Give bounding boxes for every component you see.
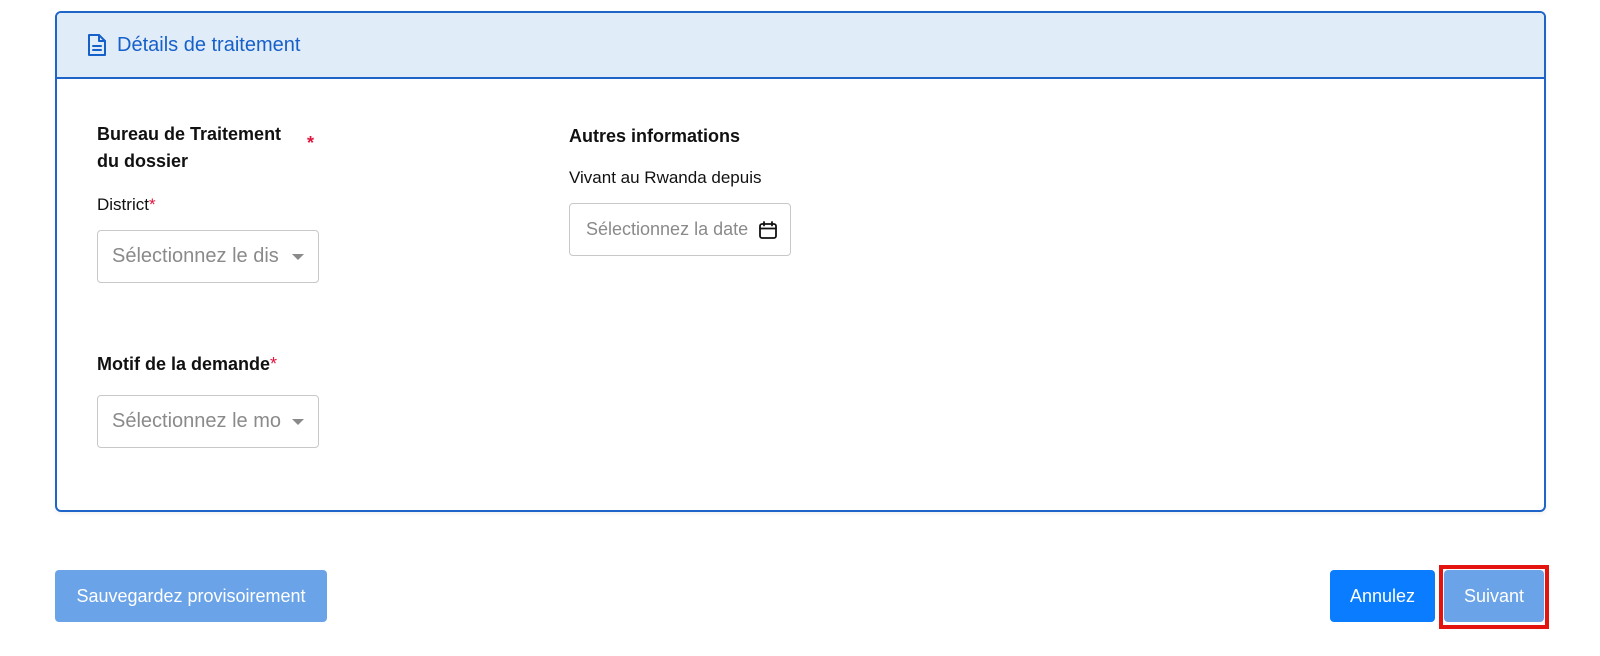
treatment-details-card: Détails de traitement Bureau de Traiteme…	[55, 11, 1546, 512]
chevron-down-icon	[292, 418, 304, 425]
calendar-icon[interactable]	[758, 220, 778, 240]
date-picker-placeholder: Sélectionnez la date	[586, 219, 749, 239]
save-draft-button[interactable]: Sauvegardez provisoirement	[55, 570, 327, 622]
motif-select-placeholder: Sélectionnez le mo	[112, 410, 281, 432]
district-required-mark: *	[148, 195, 156, 214]
cancel-button[interactable]: Annulez	[1330, 570, 1435, 622]
district-select-placeholder: Sélectionnez le dis	[112, 245, 279, 267]
bureau-label: Bureau de Traitement du dossier	[97, 124, 282, 171]
motif-label-text: Motif de la demande	[97, 354, 271, 374]
bureau-required-mark: *	[307, 133, 315, 153]
district-select[interactable]: Sélectionnez le dis	[97, 230, 319, 283]
next-button[interactable]: Suivant	[1444, 570, 1544, 622]
card-title: Détails de traitement	[117, 33, 301, 56]
motif-label: Motif de la demande*	[97, 351, 277, 378]
vivant-date-picker[interactable]: Sélectionnez la date	[569, 203, 791, 256]
motif-required-mark: *	[270, 354, 278, 374]
motif-select[interactable]: Sélectionnez le mo	[97, 395, 319, 448]
district-label-text: District	[97, 195, 149, 214]
document-icon	[87, 33, 107, 57]
chevron-down-icon	[292, 253, 304, 260]
autres-informations-heading: Autres informations	[569, 126, 741, 146]
card-header: Détails de traitement	[57, 13, 1544, 79]
vivant-au-rwanda-label: Vivant au Rwanda depuis	[569, 168, 762, 187]
district-label: District*	[97, 195, 156, 215]
